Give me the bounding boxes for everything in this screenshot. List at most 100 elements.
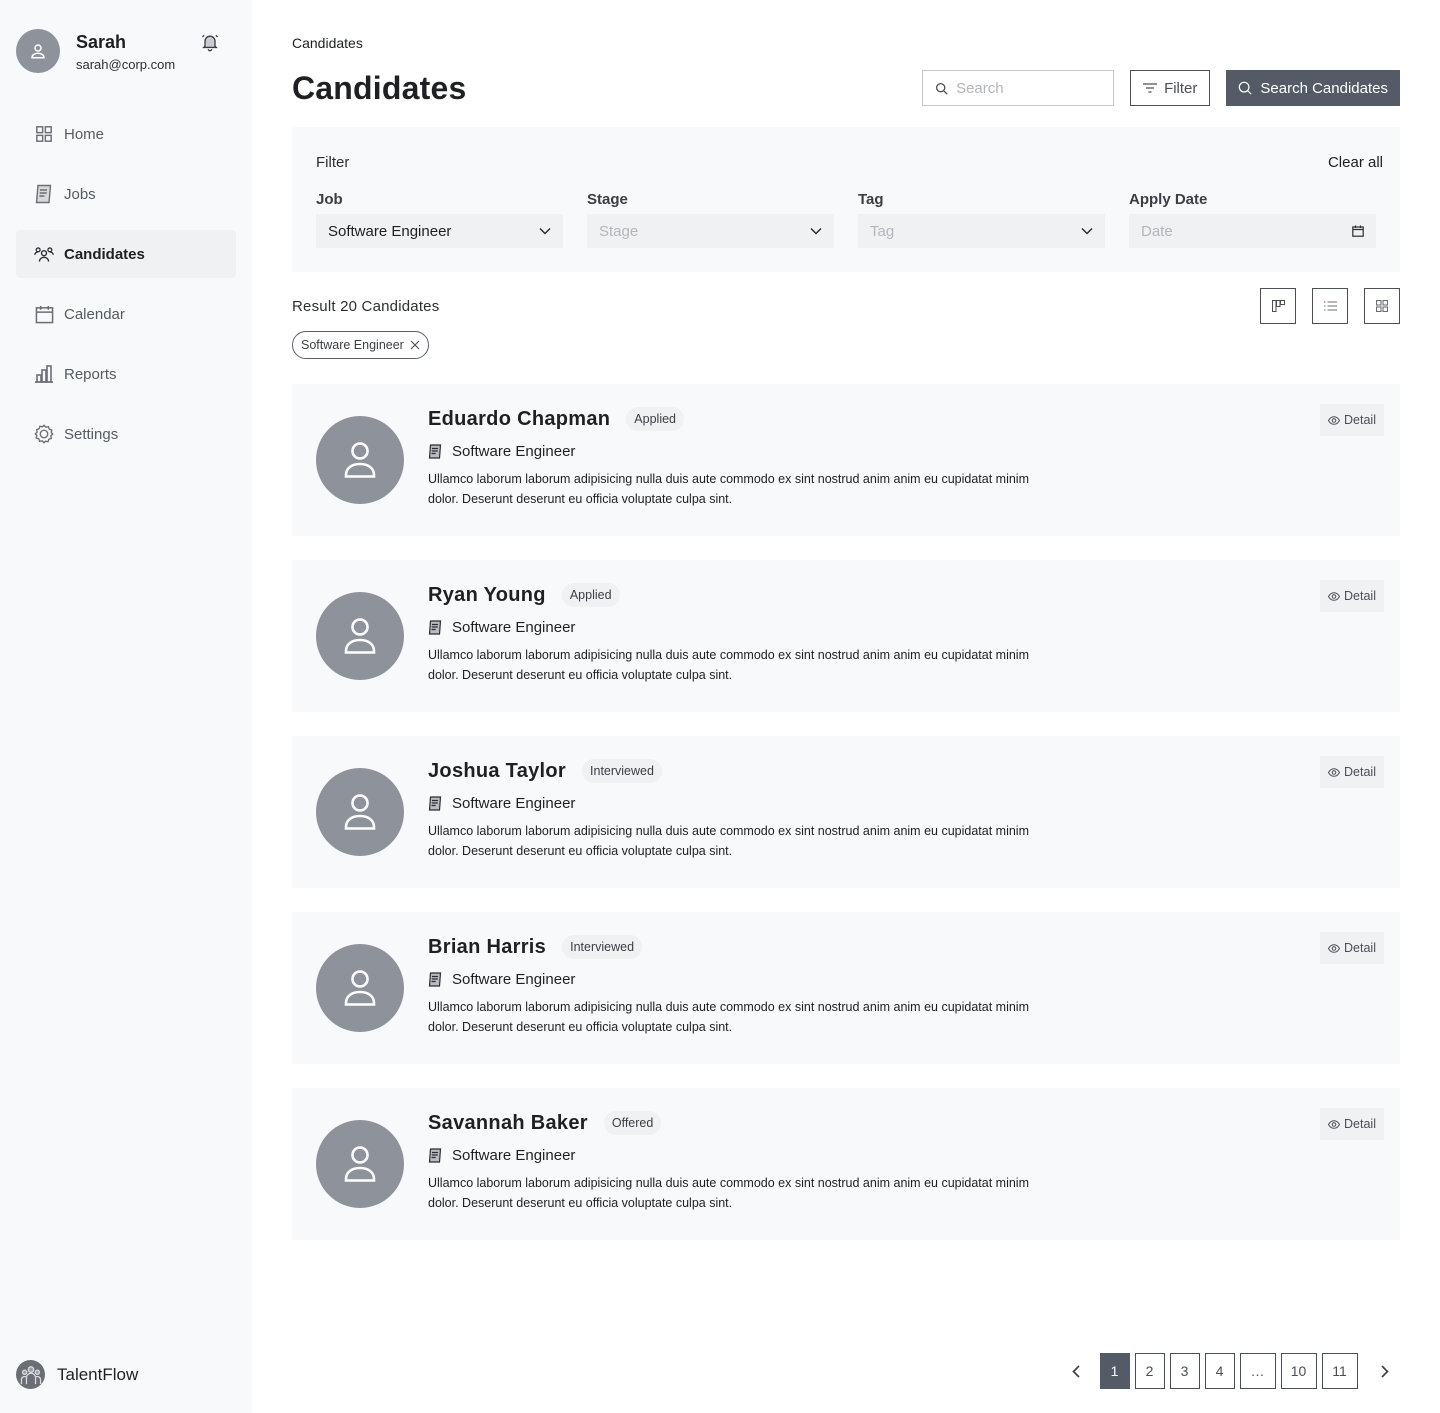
detail-button-label: Detail <box>1344 589 1376 603</box>
stage-badge: Interviewed <box>582 759 662 783</box>
sidebar-item-jobs[interactable]: Jobs <box>16 170 236 218</box>
kanban-view-button[interactable] <box>1260 288 1296 324</box>
remove-chip-close-icon[interactable] <box>410 340 420 350</box>
candidate-avatar <box>316 944 404 1032</box>
breadcrumb[interactable]: Candidates <box>292 35 1400 51</box>
page-button-4[interactable]: 4 <box>1204 1353 1235 1389</box>
chevron-down-icon <box>810 227 822 235</box>
stage-filter: Stage Stage <box>587 191 834 248</box>
prev-page-button[interactable] <box>1061 1353 1091 1389</box>
sidebar-item-label: Jobs <box>64 185 96 203</box>
candidate-description: Ullamco laborum laborum adipisicing null… <box>428 1176 1029 1210</box>
search-candidates-button[interactable]: Search Candidates <box>1226 70 1400 106</box>
next-page-button[interactable] <box>1370 1353 1400 1389</box>
document-icon <box>34 184 54 204</box>
eye-icon <box>1328 943 1341 953</box>
filter-button-label: Filter <box>1164 79 1198 97</box>
candidate-name[interactable]: Savannah Baker <box>428 1112 588 1135</box>
apply-date-placeholder: Date <box>1141 222 1173 240</box>
sidebar-item-calendar[interactable]: Calendar <box>16 290 236 338</box>
candidate-avatar <box>316 416 404 504</box>
candidate-description: Ullamco laborum laborum adipisicing null… <box>428 824 1029 858</box>
document-icon <box>428 619 442 635</box>
results-count: Result 20 Candidates <box>292 297 440 315</box>
job-filter-label: Job <box>316 191 343 208</box>
page-title: Candidates <box>292 69 467 106</box>
search-input[interactable] <box>956 79 1107 97</box>
eye-icon <box>1328 415 1341 425</box>
pagination: 1 2 3 4 … 10 11 <box>1061 1353 1400 1389</box>
search-icon <box>936 82 948 95</box>
detail-button[interactable]: Detail <box>1320 404 1384 436</box>
detail-button[interactable]: Detail <box>1320 1108 1384 1140</box>
app-root: Sarah sarah@corp.com Home Jobs Candidate… <box>0 0 1440 1413</box>
sidebar-item-label: Home <box>64 125 105 143</box>
sidebar-item-label: Calendar <box>64 305 125 323</box>
document-icon <box>428 443 442 459</box>
clear-all-button[interactable]: Clear all <box>1328 154 1383 171</box>
filter-panel-title: Filter <box>316 154 350 171</box>
candidate-card: Ryan Young Applied Software Engineer Ull… <box>292 560 1400 712</box>
document-icon <box>428 795 442 811</box>
gear-icon <box>34 424 54 444</box>
tag-filter: Tag Tag <box>858 191 1105 248</box>
list-view-button[interactable] <box>1312 288 1348 324</box>
stage-badge: Applied <box>626 407 684 431</box>
stage-badge: Offered <box>603 1111 662 1135</box>
list-icon <box>1323 301 1337 311</box>
candidate-job: Software Engineer <box>452 1146 576 1164</box>
stage-select-placeholder: Stage <box>599 222 639 240</box>
candidate-name[interactable]: Brian Harris <box>428 936 546 959</box>
tag-select[interactable]: Tag <box>858 214 1105 248</box>
sidebar-item-settings[interactable]: Settings <box>16 410 236 458</box>
apply-date-picker[interactable]: Date <box>1129 214 1376 248</box>
candidate-list: Eduardo Chapman Applied Software Enginee… <box>292 384 1400 1240</box>
detail-button[interactable]: Detail <box>1320 756 1384 788</box>
sidebar-item-label: Candidates <box>64 245 145 263</box>
page-ellipsis[interactable]: … <box>1239 1353 1276 1389</box>
candidate-name[interactable]: Ryan Young <box>428 584 546 607</box>
candidate-name[interactable]: Joshua Taylor <box>428 760 566 783</box>
user-icon <box>344 794 376 830</box>
calendar-icon <box>34 304 54 324</box>
grid-view-button[interactable] <box>1364 288 1400 324</box>
candidate-avatar <box>316 592 404 680</box>
candidate-job: Software Engineer <box>452 794 576 812</box>
search-field[interactable] <box>922 70 1115 106</box>
user-avatar[interactable] <box>16 29 60 73</box>
tag-filter-label: Tag <box>858 191 884 208</box>
sidebar-item-reports[interactable]: Reports <box>16 350 236 398</box>
detail-button[interactable]: Detail <box>1320 580 1384 612</box>
page-button-11[interactable]: 11 <box>1321 1353 1358 1389</box>
sidebar-item-home[interactable]: Home <box>16 110 236 158</box>
page-button-3[interactable]: 3 <box>1169 1353 1200 1389</box>
candidate-name[interactable]: Eduardo Chapman <box>428 408 610 431</box>
detail-button[interactable]: Detail <box>1320 932 1384 964</box>
user-email: sarah@corp.com <box>76 57 176 72</box>
job-select[interactable]: Software Engineer <box>316 214 563 248</box>
stage-badge: Applied <box>561 583 620 607</box>
filter-button[interactable]: Filter <box>1130 70 1211 106</box>
candidate-avatar <box>316 768 404 856</box>
sidebar-item-label: Reports <box>64 365 117 383</box>
apply-date-filter-label: Apply Date <box>1129 191 1208 208</box>
grid-icon <box>1376 300 1388 312</box>
kanban-icon <box>1271 300 1285 312</box>
chevron-left-icon <box>1072 1364 1080 1378</box>
page-button-1[interactable]: 1 <box>1099 1353 1130 1389</box>
main-content: Candidates Candidates Filter Search Cand… <box>252 0 1440 1413</box>
chevron-down-icon <box>539 227 551 235</box>
sidebar-item-candidates[interactable]: Candidates <box>16 230 236 278</box>
page-button-2[interactable]: 2 <box>1134 1353 1165 1389</box>
stage-select[interactable]: Stage <box>587 214 834 248</box>
chip-label: Software Engineer <box>301 338 404 352</box>
user-name: Sarah <box>76 32 127 52</box>
candidate-card: Eduardo Chapman Applied Software Enginee… <box>292 384 1400 536</box>
sidebar-nav: Home Jobs Candidates Calendar Reports Se… <box>16 110 236 458</box>
page-button-10[interactable]: 10 <box>1280 1353 1317 1389</box>
user-icon <box>344 618 376 654</box>
results-bar: Result 20 Candidates <box>292 288 1400 324</box>
notification-bell-icon[interactable] <box>200 32 220 52</box>
brand-logo-icon <box>16 1360 45 1389</box>
user-icon <box>344 970 376 1006</box>
